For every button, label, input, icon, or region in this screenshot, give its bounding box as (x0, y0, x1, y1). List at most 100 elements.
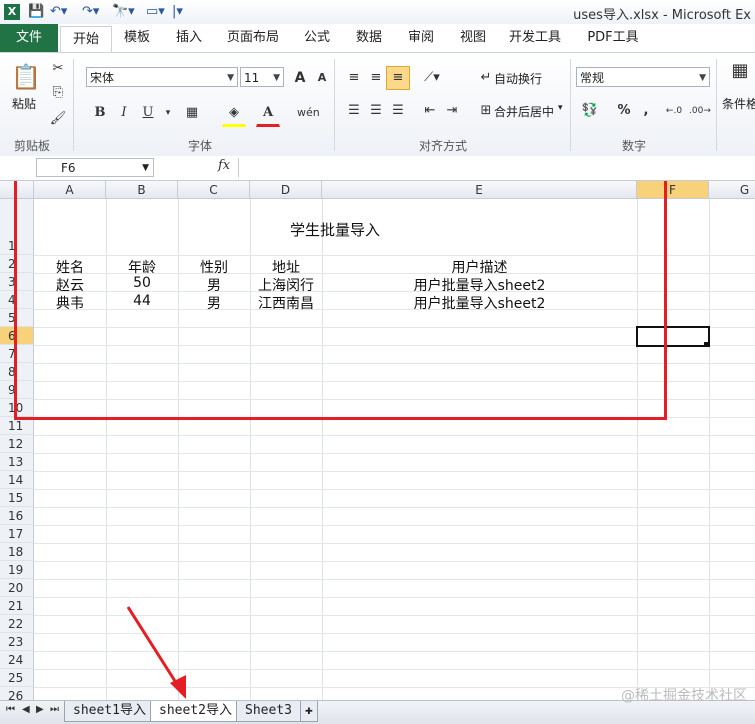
col-header-g[interactable]: G (709, 181, 755, 199)
row-header[interactable]: 19 (0, 561, 34, 579)
tab-review[interactable]: 审阅 (398, 24, 444, 52)
last-sheet-icon[interactable]: ⏭ (50, 704, 59, 715)
row-header[interactable]: 17 (0, 525, 34, 543)
name-box[interactable]: F6 ▼ (36, 158, 154, 177)
formula-bar: F6 ▼ fx (0, 156, 755, 181)
row-header[interactable]: 25 (0, 669, 34, 687)
row-gridline (34, 489, 755, 490)
font-name-combo[interactable]: 宋体 ▼ (86, 67, 238, 87)
insert-sheet-icon[interactable]: ✚ (300, 701, 318, 722)
customize-quick-access-icon[interactable]: |▾ (172, 4, 183, 20)
save-icon[interactable]: 💾 (28, 4, 44, 20)
row-header[interactable]: 16 (0, 507, 34, 525)
decrease-decimal-icon[interactable]: .00→ (688, 99, 712, 123)
title-bar: X 💾 ↶▾ ↷▾ 🔭▾ ▭▾ |▾ uses导入.xlsx - Microso… (0, 0, 755, 25)
quick-access-icon[interactable]: ▭▾ (146, 4, 165, 20)
tab-formulas[interactable]: 公式 (294, 24, 340, 52)
align-bottom-icon[interactable]: ≡ (386, 66, 410, 90)
tab-home[interactable]: 开始 (60, 26, 112, 53)
clipboard-group-label: 剪贴板 (13, 139, 50, 153)
fill-color-icon[interactable]: ◈ (222, 101, 246, 127)
accounting-format-icon[interactable]: 💱 (578, 99, 602, 123)
find-icon[interactable]: 🔭▾ (112, 4, 135, 20)
row-gridline (34, 543, 755, 544)
wrap-text-button[interactable]: 自动换行 (494, 70, 542, 87)
paste-button[interactable]: 粘贴 (12, 95, 36, 112)
increase-decimal-icon[interactable]: ←.0 (662, 99, 686, 123)
row-header[interactable]: 18 (0, 543, 34, 561)
font-group-label: 字体 (187, 139, 212, 153)
row-header[interactable]: 26 (0, 687, 34, 700)
underline-dropdown-icon[interactable]: ▾ (156, 101, 180, 125)
name-box-dropdown-icon[interactable]: ▼ (142, 159, 149, 178)
tab-data[interactable]: 数据 (346, 24, 392, 52)
sheet-tab-bar: ⏮ ◀ ▶ ⏭ sheet1导入 sheet2导入 Sheet3 ✚ @稀土掘金… (0, 688, 755, 724)
shrink-font-icon[interactable]: A (310, 66, 334, 90)
row-gridline (34, 525, 755, 526)
row-header[interactable]: 20 (0, 579, 34, 597)
redo-icon[interactable]: ↷▾ (82, 4, 99, 20)
align-top-icon[interactable]: ≡ (342, 66, 366, 90)
percent-style-button[interactable]: % (612, 99, 636, 123)
tab-view[interactable]: 视图 (450, 24, 496, 52)
row-header[interactable]: 15 (0, 489, 34, 507)
conditional-format-icon[interactable]: ▦ (728, 59, 752, 83)
number-format-combo[interactable]: 常规 ▼ (576, 67, 710, 87)
insert-function-icon[interactable]: fx (218, 158, 230, 173)
sheet-tab-3[interactable]: Sheet3 (236, 701, 301, 722)
orientation-icon[interactable]: ⟋▾ (420, 66, 444, 90)
align-middle-icon[interactable]: ≡ (364, 66, 388, 90)
next-sheet-icon[interactable]: ▶ (36, 704, 44, 715)
number-format-value: 常规 (580, 71, 605, 85)
row-gridline (34, 453, 755, 454)
merge-dropdown-icon[interactable]: ▾ (558, 103, 563, 113)
align-left-icon[interactable]: ☰ (342, 99, 366, 123)
font-color-icon[interactable]: A (256, 101, 280, 127)
row-header[interactable]: 24 (0, 651, 34, 669)
format-painter-icon[interactable]: 🖌 (46, 107, 70, 131)
worksheet-grid[interactable]: A B C D E F G 1 2 3 4 5 6 7 8 9 10 11 12 13 14 15 16 17 1… (0, 181, 755, 700)
bold-button[interactable]: B (88, 101, 112, 125)
tab-pdf-tools[interactable]: PDF工具 (580, 24, 646, 52)
row-header[interactable]: 23 (0, 633, 34, 651)
row-gridline (34, 579, 755, 580)
row-header[interactable]: 12 (0, 435, 34, 453)
row-header[interactable]: 14 (0, 471, 34, 489)
name-box-value: F6 (61, 161, 76, 175)
align-right-icon[interactable]: ☰ (386, 99, 410, 123)
sheet-tab-1[interactable]: sheet1导入 (64, 701, 155, 722)
first-sheet-icon[interactable]: ⏮ (6, 704, 15, 715)
undo-icon[interactable]: ↶▾ (50, 4, 67, 20)
watermark: @稀土掘金技术社区 (621, 688, 747, 704)
paste-icon[interactable]: 📋 (10, 59, 42, 95)
merge-center-button[interactable]: 合并后居中 (494, 103, 554, 120)
phonetic-icon[interactable]: wén (296, 101, 320, 125)
grow-font-icon[interactable]: A (288, 66, 312, 90)
row-header[interactable]: 21 (0, 597, 34, 615)
comma-style-button[interactable]: , (634, 99, 658, 123)
italic-button[interactable]: I (112, 101, 136, 125)
tab-developer[interactable]: 开发工具 (502, 24, 568, 52)
formula-input[interactable] (238, 158, 754, 177)
arrow-shaft (126, 606, 182, 690)
copy-icon[interactable]: ⎘ (46, 81, 70, 105)
borders-icon[interactable]: ▦ (180, 101, 204, 125)
prev-sheet-icon[interactable]: ◀ (22, 704, 30, 715)
tab-page-layout[interactable]: 页面布局 (220, 24, 286, 52)
font-name-value: 宋体 (90, 71, 115, 85)
font-size-combo[interactable]: 11 ▼ (240, 67, 284, 87)
align-center-icon[interactable]: ☰ (364, 99, 388, 123)
row-header[interactable]: 13 (0, 453, 34, 471)
tab-file[interactable]: 文件 (0, 24, 58, 52)
fill-handle[interactable] (704, 342, 709, 347)
sheet-tab-2[interactable]: sheet2导入 (150, 701, 241, 722)
alignment-group-label: 对齐方式 (418, 139, 467, 153)
row-header[interactable]: 22 (0, 615, 34, 633)
increase-indent-icon[interactable]: ⇥ (440, 99, 464, 123)
tab-template[interactable]: 模板 (114, 24, 160, 52)
row-gridline (34, 507, 755, 508)
cut-icon[interactable]: ✂ (46, 57, 70, 81)
conditional-format-button[interactable]: 条件格 (722, 95, 755, 112)
tab-insert[interactable]: 插入 (166, 24, 212, 52)
decrease-indent-icon[interactable]: ⇤ (418, 99, 442, 123)
